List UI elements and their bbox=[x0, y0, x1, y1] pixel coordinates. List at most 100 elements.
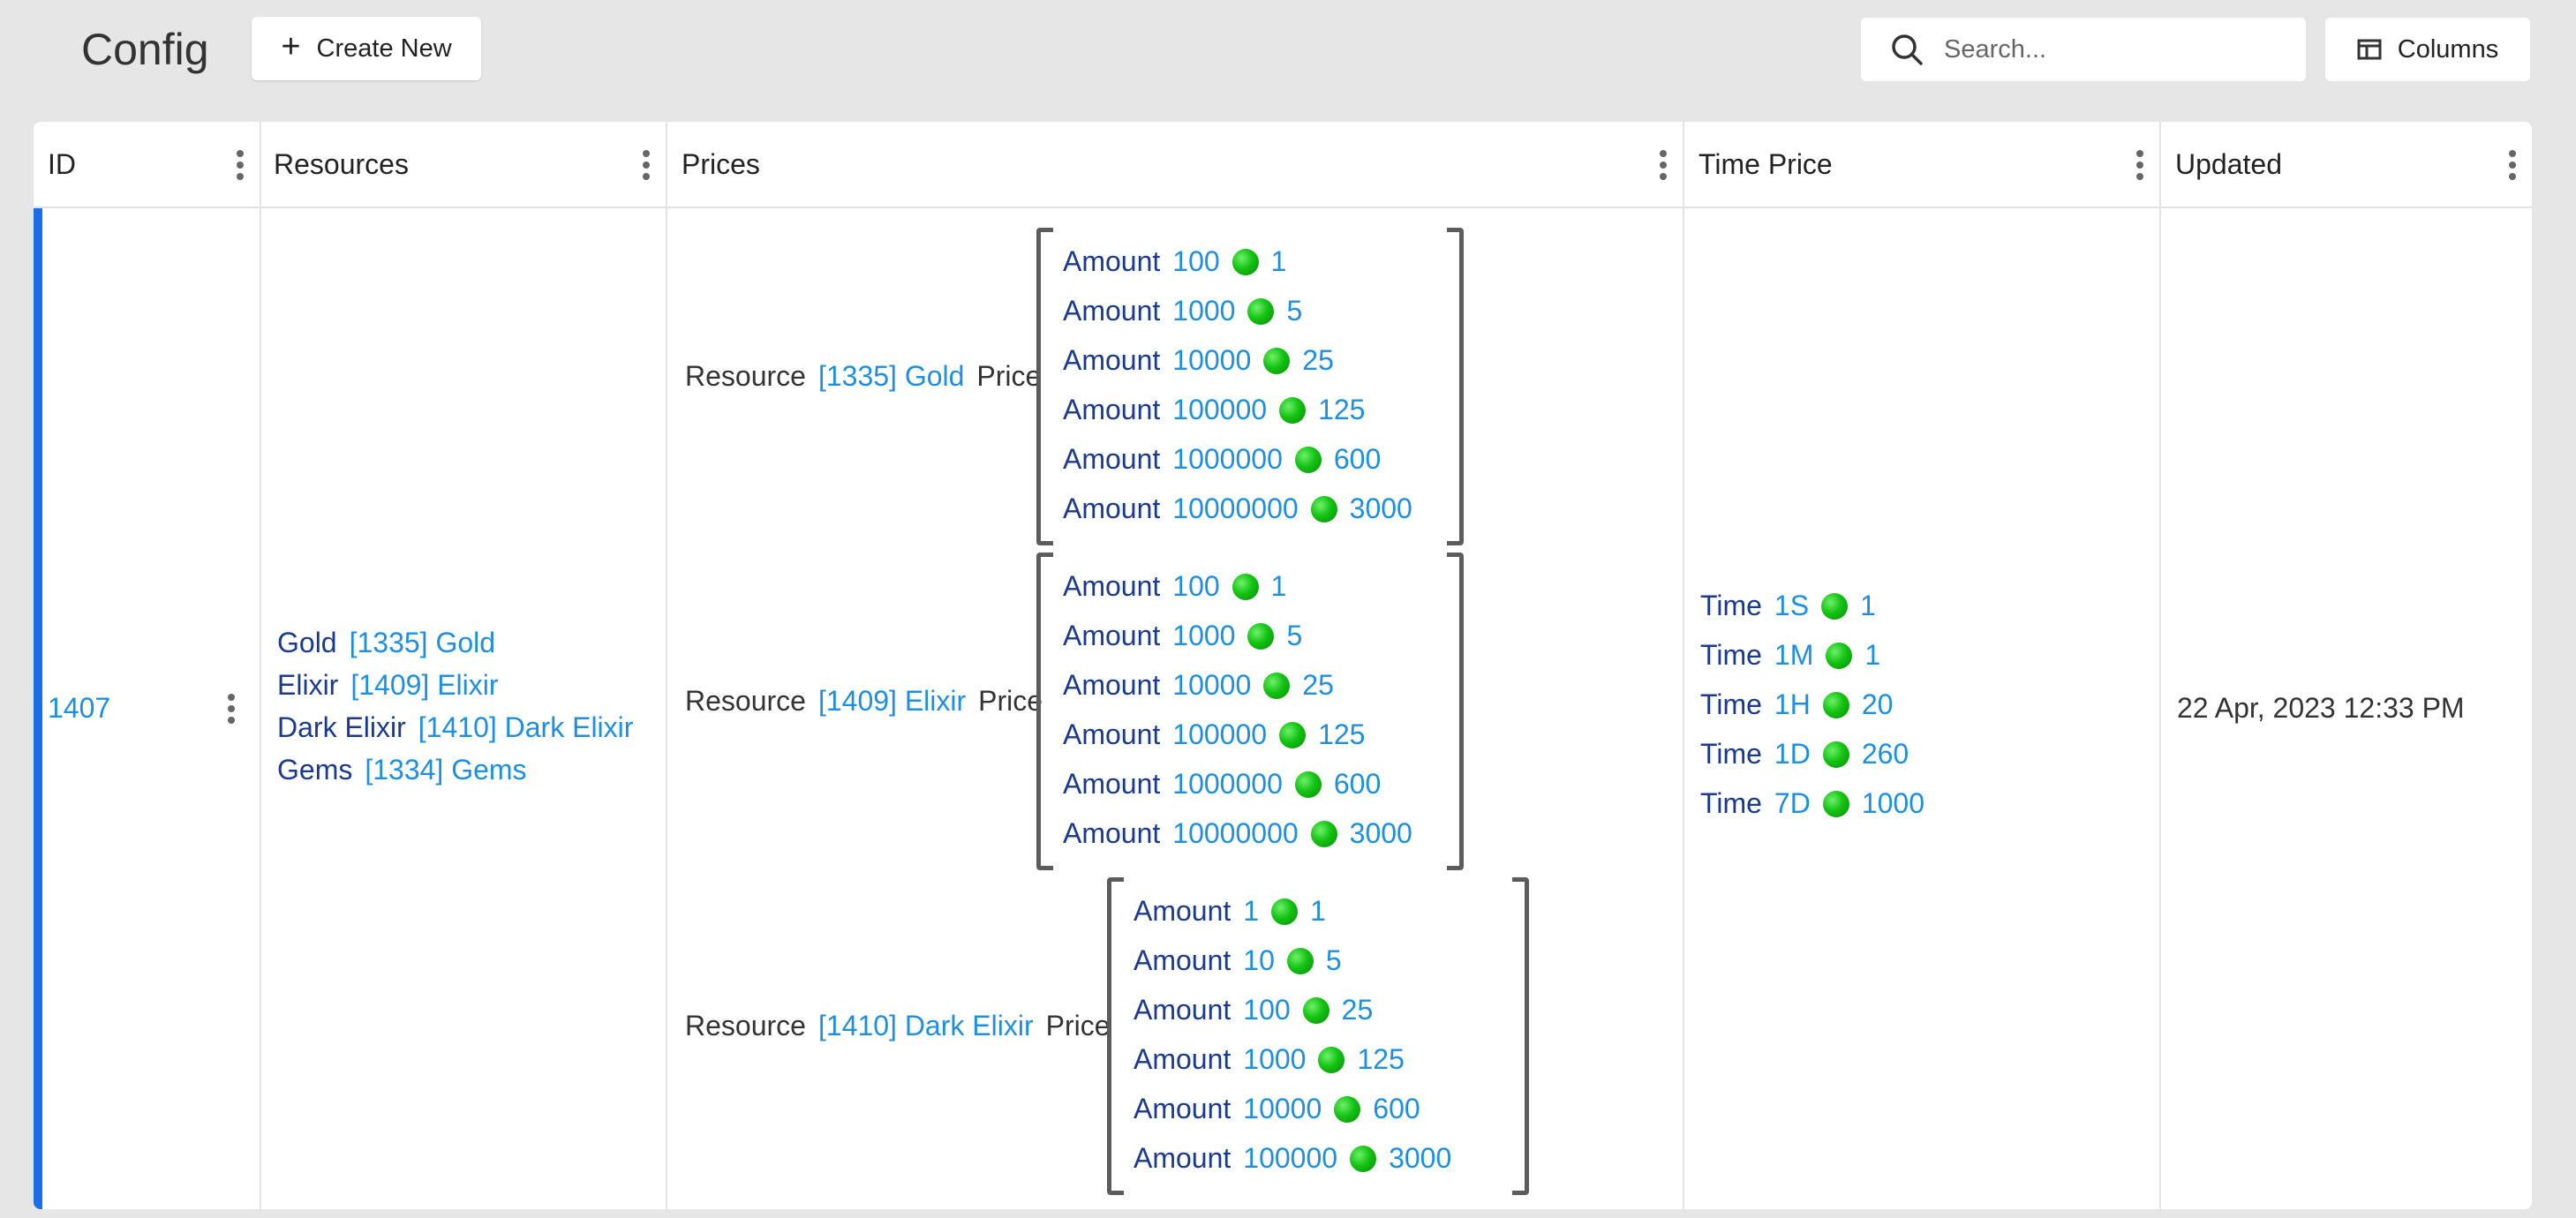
gem-cost: 25 bbox=[1341, 994, 1374, 1026]
price-tier: Amount 100 1 bbox=[1063, 570, 1299, 603]
gem-cost: 1 bbox=[1864, 639, 1881, 671]
column-title-time-price: Time Price bbox=[1699, 147, 1833, 180]
column-divider bbox=[260, 122, 261, 1209]
amount-value: 1000000 bbox=[1172, 768, 1283, 800]
search-box[interactable] bbox=[1861, 18, 2306, 81]
gem-icon bbox=[1232, 248, 1259, 275]
resource-item: Elixir [1409] Elixir bbox=[277, 669, 511, 702]
column-menu-icon[interactable] bbox=[1660, 150, 1667, 180]
price-tier: Amount 10000 25 bbox=[1063, 344, 1346, 377]
price-label: Price bbox=[978, 685, 1043, 717]
page-title: Config bbox=[81, 25, 209, 74]
create-new-button[interactable]: + Create New bbox=[252, 17, 481, 80]
gem-cost: 125 bbox=[1318, 718, 1366, 750]
column-header-time-price[interactable]: Time Price bbox=[1684, 122, 2159, 207]
price-tier: Amount 1000 5 bbox=[1063, 295, 1314, 327]
time-label: Time bbox=[1700, 787, 1762, 819]
gem-icon bbox=[1247, 622, 1275, 650]
resource-link[interactable]: [1410] Dark Elixir bbox=[418, 711, 634, 744]
gem-icon bbox=[1822, 790, 1849, 817]
resource-item: Gold [1335] Gold bbox=[277, 627, 508, 659]
gem-icon bbox=[1263, 672, 1291, 699]
config-table: ID Resources Prices Time Price Updated 1… bbox=[34, 122, 2532, 1209]
gem-cost: 1 bbox=[1860, 590, 1876, 621]
gem-cost: 20 bbox=[1861, 688, 1894, 720]
gem-cost: 25 bbox=[1302, 344, 1334, 376]
gem-cost: 3000 bbox=[1389, 1142, 1452, 1174]
resource-link[interactable]: [1334] Gems bbox=[365, 754, 526, 786]
resource-link[interactable]: [1409] Elixir bbox=[350, 669, 498, 702]
price-tier: Amount 10000000 3000 bbox=[1063, 817, 1425, 850]
price-tier: Amount 10000 25 bbox=[1063, 669, 1346, 702]
columns-label: Columns bbox=[2397, 34, 2499, 64]
column-menu-icon[interactable] bbox=[237, 150, 244, 180]
row-menu-icon[interactable] bbox=[228, 694, 235, 724]
amount-label: Amount bbox=[1134, 994, 1232, 1026]
price-tier: Amount 10000000 3000 bbox=[1063, 492, 1425, 525]
search-input[interactable] bbox=[1942, 34, 2281, 65]
price-resource-line: Resource [1410] Dark Elixir Price bbox=[685, 1010, 1123, 1042]
amount-label: Amount bbox=[1063, 394, 1161, 425]
amount-value: 1000 bbox=[1243, 1043, 1307, 1075]
column-header-id[interactable]: ID bbox=[34, 122, 260, 207]
gem-icon bbox=[1350, 1145, 1377, 1172]
column-header-prices[interactable]: Prices bbox=[667, 122, 1683, 207]
column-header-updated[interactable]: Updated bbox=[2161, 122, 2532, 207]
amount-value: 10000000 bbox=[1172, 492, 1299, 524]
price-tier: Amount 100000 125 bbox=[1063, 718, 1377, 751]
gem-cost: 1000 bbox=[1861, 787, 1925, 819]
amount-label: Amount bbox=[1063, 718, 1161, 750]
amount-label: Amount bbox=[1134, 1142, 1232, 1174]
column-menu-icon[interactable] bbox=[643, 150, 650, 180]
amount-value: 1000 bbox=[1172, 295, 1236, 327]
amount-label: Amount bbox=[1063, 245, 1161, 277]
gem-icon bbox=[1271, 898, 1299, 925]
gem-icon bbox=[1294, 446, 1322, 473]
amount-label: Amount bbox=[1063, 492, 1161, 524]
resource-name: Gems bbox=[277, 754, 353, 786]
time-price-item: Time 1M 1 bbox=[1700, 639, 1893, 672]
gem-icon bbox=[1821, 592, 1849, 620]
amount-value: 100 bbox=[1172, 570, 1220, 602]
column-title-updated: Updated bbox=[2175, 147, 2282, 180]
updated-timestamp: 22 Apr, 2023 12:33 PM bbox=[2177, 692, 2465, 724]
price-resource-link[interactable]: [1409] Elixir bbox=[818, 685, 966, 718]
columns-button[interactable]: Columns bbox=[2325, 18, 2530, 81]
resource-item: Gems [1334] Gems bbox=[277, 754, 539, 786]
resource-name: Dark Elixir bbox=[277, 711, 406, 743]
amount-value: 1 bbox=[1243, 895, 1260, 927]
column-menu-icon[interactable] bbox=[2509, 150, 2516, 180]
resource-name: Gold bbox=[277, 627, 337, 658]
column-menu-icon[interactable] bbox=[2136, 150, 2143, 180]
price-resource-link[interactable]: [1335] Gold bbox=[818, 360, 964, 393]
price-tier: Amount 100 25 bbox=[1134, 994, 1385, 1026]
price-resource-line: Resource [1335] Gold Price bbox=[685, 360, 1053, 393]
price-tier: Amount 100000 125 bbox=[1063, 394, 1377, 426]
amount-value: 100000 bbox=[1172, 718, 1268, 750]
resource-item: Dark Elixir [1410] Dark Elixir bbox=[277, 711, 645, 744]
gem-icon bbox=[1826, 642, 1853, 669]
row-id-link[interactable]: 1407 bbox=[48, 692, 110, 725]
selected-row-indicator bbox=[34, 208, 42, 1209]
amount-value: 100000 bbox=[1172, 394, 1268, 425]
price-resource-line: Resource [1409] Elixir Price bbox=[685, 685, 1055, 718]
price-label: Price bbox=[1045, 1010, 1111, 1041]
gem-cost: 25 bbox=[1302, 669, 1334, 701]
amount-label: Amount bbox=[1063, 817, 1161, 849]
price-resource-link[interactable]: [1410] Dark Elixir bbox=[818, 1010, 1034, 1042]
gem-cost: 260 bbox=[1861, 738, 1909, 770]
gem-icon bbox=[1334, 1095, 1361, 1123]
column-divider bbox=[666, 122, 667, 1209]
gem-cost: 600 bbox=[1333, 768, 1382, 800]
time-value: 1H bbox=[1774, 688, 1811, 720]
column-divider bbox=[1683, 122, 1684, 1209]
resource-label: Resource bbox=[685, 685, 806, 717]
time-price-item: Time 1D 260 bbox=[1700, 738, 1921, 771]
gem-icon bbox=[1294, 771, 1322, 798]
resource-link[interactable]: [1335] Gold bbox=[350, 627, 495, 659]
resource-label: Resource bbox=[685, 360, 806, 392]
gem-cost: 600 bbox=[1333, 443, 1382, 475]
time-value: 1M bbox=[1774, 639, 1814, 671]
column-header-resources[interactable]: Resources bbox=[260, 122, 666, 207]
columns-icon bbox=[2357, 39, 2382, 60]
